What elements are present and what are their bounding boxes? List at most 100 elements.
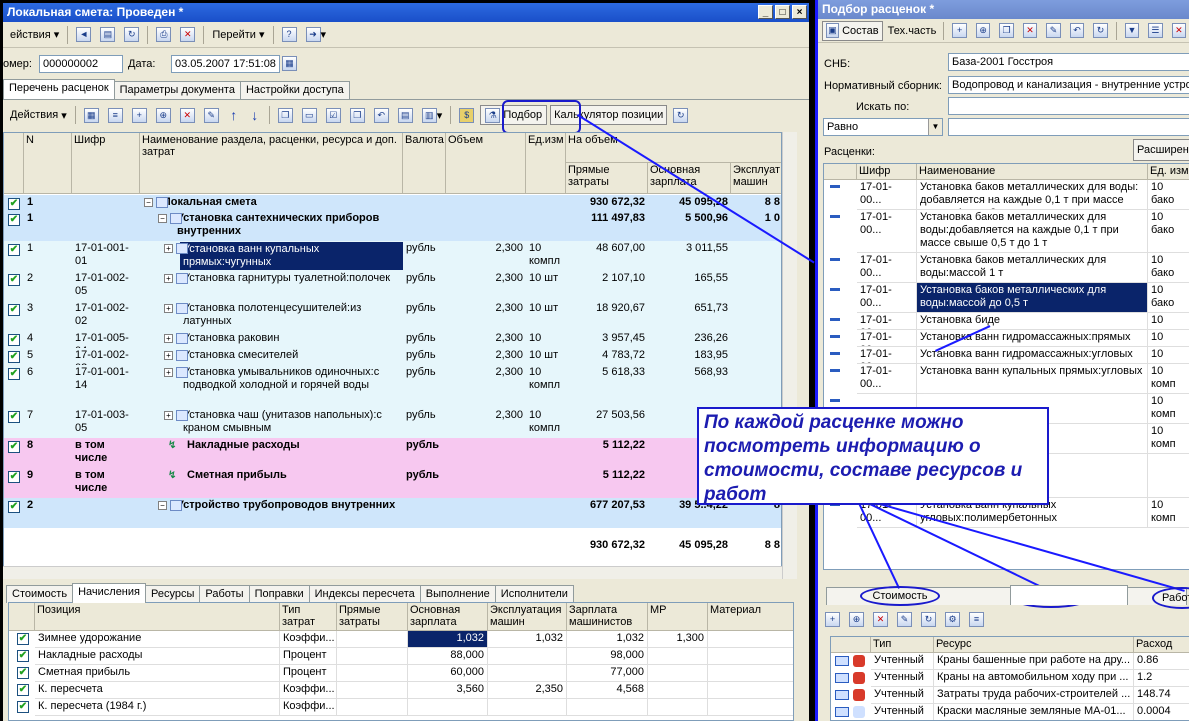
res-list-button[interactable]: ≡ <box>966 609 987 629</box>
cell-direct[interactable]: 677 207,53 <box>566 498 648 528</box>
tree-node[interactable]: ↯ <box>168 470 176 481</box>
cell-n[interactable]: 9 <box>24 468 72 498</box>
cell-name[interactable]: Установка сантехнических приборов внутре… <box>174 211 403 241</box>
cell-name[interactable]: Сметная прибыль <box>184 468 403 498</box>
catalog-unit[interactable]: 10 комп <box>1148 394 1189 424</box>
cell-code[interactable] <box>72 498 140 528</box>
doc-button[interactable]: ▤ <box>97 25 118 45</box>
accrual-salary[interactable]: 1,032 <box>408 631 488 648</box>
accrual-pos[interactable]: К. пересчета <box>35 682 280 699</box>
accrual-mr[interactable] <box>648 648 708 665</box>
col-currency[interactable]: Валюта <box>403 133 446 194</box>
folder-button[interactable]: ▭ <box>299 105 320 125</box>
equal-value-field[interactable] <box>948 118 1189 136</box>
calendar-icon[interactable]: ▦ <box>282 56 297 71</box>
catalog-unit[interactable]: 10 бако <box>1148 283 1189 313</box>
accrual-empty-cell[interactable] <box>708 699 793 716</box>
r-add-button[interactable]: + <box>949 21 969 41</box>
cell-code[interactable]: 17-01-002-05 <box>72 271 140 301</box>
resource-res[interactable]: Краны на автомобильном ходу при ... <box>934 670 1134 687</box>
goto-menu[interactable]: Перейти ▾ <box>209 25 267 45</box>
cell-code[interactable]: в том числе <box>72 468 140 498</box>
acc-col-material[interactable]: Материал <box>708 603 793 631</box>
col-exploit[interactable]: Эксплуат машин <box>731 163 781 194</box>
tab-accruals[interactable]: Начисления <box>72 583 146 603</box>
cell-code[interactable]: в том числе <box>72 438 140 468</box>
acc-col-direct[interactable]: Прямые затраты <box>337 603 408 631</box>
res-edit-button[interactable]: ✎ <box>894 609 915 629</box>
main-scrollbar[interactable] <box>782 132 797 579</box>
cell-unit[interactable] <box>526 438 566 468</box>
cell-salary[interactable]: 165,55 <box>648 271 731 301</box>
tree-node[interactable]: + <box>164 243 188 254</box>
cell-exp[interactable] <box>731 365 781 408</box>
accrual-checkbox[interactable]: ✔ <box>17 701 29 713</box>
catalog-code[interactable]: 17-01-00... <box>857 283 917 313</box>
cell-n[interactable]: 5 <box>24 348 72 365</box>
acc-col-type[interactable]: Тип затрат <box>280 603 337 631</box>
catalog-unit[interactable] <box>1148 454 1189 498</box>
res-col-resource[interactable]: Ресурс <box>934 637 1134 653</box>
accrual-type[interactable]: Коэффи... <box>280 631 337 648</box>
expand-tree-icon[interactable]: + <box>164 304 173 313</box>
catalog-code[interactable]: 17-01-00... <box>857 180 917 210</box>
cell-unit[interactable]: 10 шт <box>526 301 566 331</box>
catalog-unit[interactable]: 10 комп <box>1148 330 1189 347</box>
catalog-name[interactable]: Установка баков металлических для воды:м… <box>917 283 1148 313</box>
tree-node[interactable]: + <box>164 410 188 421</box>
cell-name[interactable]: Установка ванн купальных прямых:чугунных <box>180 242 403 270</box>
accrual-empty-cell[interactable] <box>708 648 793 665</box>
expand-tree-icon[interactable]: + <box>164 368 173 377</box>
tree-node[interactable]: − <box>158 500 182 511</box>
accrual-checkbox[interactable]: ✔ <box>17 684 29 696</box>
catalog-unit[interactable]: 10 комп <box>1148 364 1189 394</box>
accrual-pos[interactable]: К. пересчета (1984 г.) <box>35 699 280 716</box>
cell-unit[interactable] <box>526 498 566 528</box>
catalog-name[interactable]: Установка баков металлических для воды:м… <box>917 253 1148 283</box>
acc-col-salary[interactable]: Основная зарплата <box>408 603 488 631</box>
expand-tree-icon[interactable]: − <box>144 198 153 207</box>
tab-execution[interactable]: Выполнение <box>419 585 496 603</box>
accrual-empty-cell[interactable] <box>708 631 793 648</box>
tab-corrections[interactable]: Поправки <box>248 585 310 603</box>
res-tools-button[interactable]: ⚙ <box>942 609 963 629</box>
cell-direct[interactable]: 4 783,72 <box>566 348 648 365</box>
expand-tree-icon[interactable]: + <box>164 244 173 253</box>
cell-cur[interactable]: рубль <box>403 331 446 348</box>
template-button[interactable]: ▥ ▾ <box>419 105 446 125</box>
accrual-mr[interactable] <box>648 682 708 699</box>
cell-n[interactable]: 3 <box>24 301 72 331</box>
delete-row-button[interactable]: ✕ <box>177 105 198 125</box>
row-checkbox[interactable]: ✔ <box>8 244 20 256</box>
cell-salary[interactable]: 236,26 <box>648 331 731 348</box>
pages-button[interactable]: ❒ <box>347 105 368 125</box>
tree-node[interactable]: − <box>158 213 182 224</box>
add-row-button[interactable]: + <box>129 105 150 125</box>
acc-col-machinists[interactable]: Зарплата машинистов <box>567 603 648 631</box>
accrual-empty-cell[interactable] <box>337 648 408 665</box>
expand-tree-icon[interactable]: + <box>164 274 173 283</box>
tab-access[interactable]: Настройки доступа <box>239 81 350 99</box>
sostav-button[interactable]: ▣ Состав <box>822 20 883 41</box>
cell-code[interactable]: 17-01-001-01 <box>72 241 140 271</box>
accrual-pos[interactable]: Сметная прибыль <box>35 665 280 682</box>
cell-n[interactable]: 7 <box>24 408 72 438</box>
r-clear-filter-button[interactable]: ✕ <box>1169 21 1189 41</box>
cell-cur[interactable]: рубль <box>403 468 446 498</box>
row-checkbox[interactable]: ✔ <box>8 351 20 363</box>
tree-node[interactable]: + <box>164 273 188 284</box>
resource-exp[interactable]: 1.2 <box>1134 670 1189 687</box>
nav-button[interactable]: ➜ ▾ <box>303 25 330 45</box>
accrual-mach[interactable]: 4,568 <box>567 682 648 699</box>
accrual-mach[interactable]: 1,032 <box>567 631 648 648</box>
money-button[interactable]: $ <box>456 105 477 125</box>
catalog-unit[interactable]: 10 комп <box>1148 347 1189 364</box>
cell-vol[interactable]: 2,300 <box>446 348 526 365</box>
actions-menu[interactable]: ействия ▾ <box>7 25 62 45</box>
cell-code[interactable]: 17-01-002-03 <box>72 348 140 365</box>
expand-tree-icon[interactable]: − <box>158 214 167 223</box>
res-refresh-button[interactable]: ↻ <box>918 609 939 629</box>
catalog-name[interactable]: Установка ванн купальных прямых:угловых <box>917 364 1148 394</box>
resource-exp[interactable]: 148.74 <box>1134 687 1189 704</box>
res-col-type[interactable]: Тип <box>871 637 934 653</box>
